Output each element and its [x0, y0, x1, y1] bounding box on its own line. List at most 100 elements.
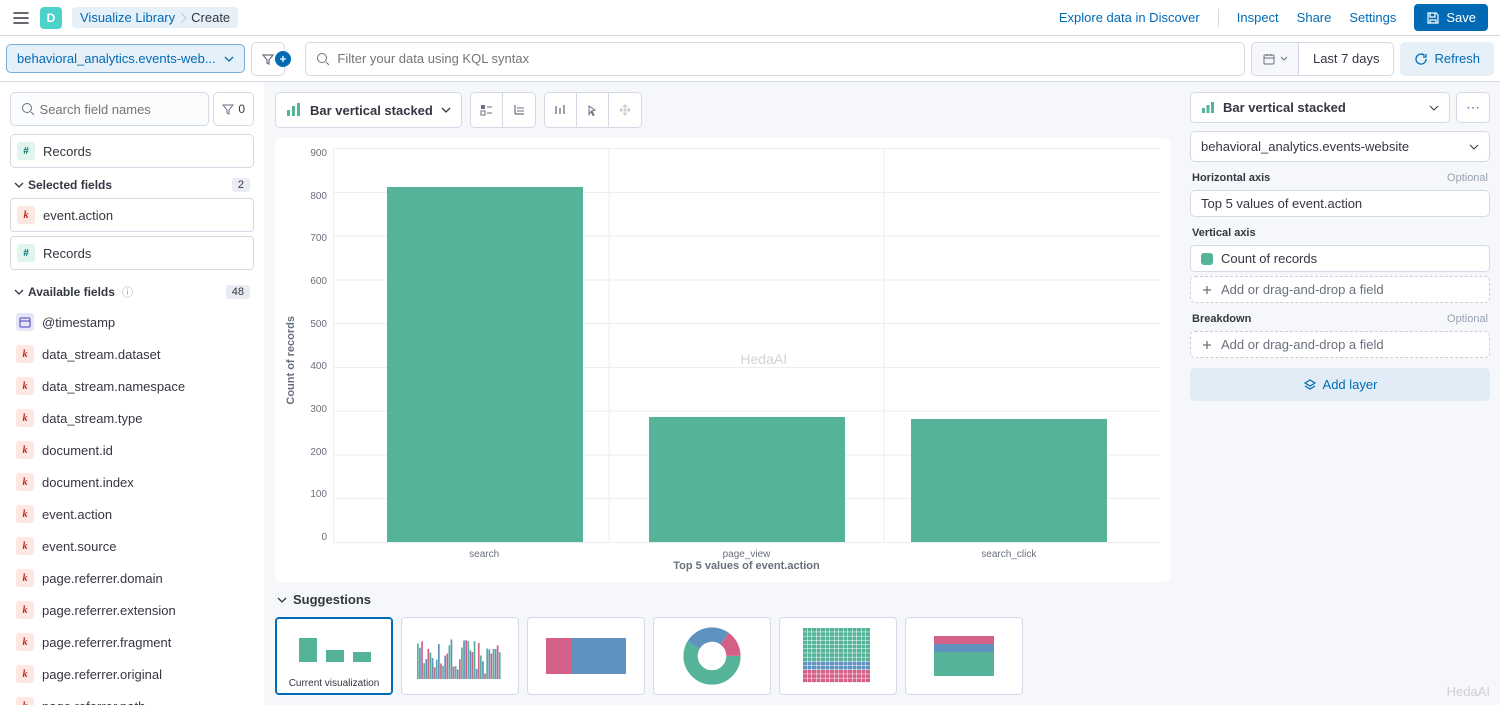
breadcrumb-library[interactable]: Visualize Library [80, 10, 175, 25]
config-panel: Bar vertical stacked ⋯ behavioral_analyt… [1180, 82, 1500, 705]
legend-toggle-button[interactable] [471, 93, 503, 127]
suggestion-stacked-horizontal[interactable] [527, 617, 645, 695]
field-item[interactable]: kdocument.index [10, 466, 254, 498]
v-axis-add-field[interactable]: Add or drag-and-drop a field [1190, 276, 1490, 303]
date-type-icon [16, 313, 34, 331]
v-axis-dimension[interactable]: Count of records [1190, 245, 1490, 272]
add-layer-button[interactable]: Add layer [1190, 368, 1490, 401]
x-axis-ticks: searchpage_viewsearch_click [333, 547, 1160, 560]
share-link[interactable]: Share [1297, 10, 1332, 25]
field-item[interactable]: @timestamp [10, 306, 254, 338]
kw-type-icon: k [16, 633, 34, 651]
kw-type-icon: k [16, 505, 34, 523]
chevron-down-icon [441, 105, 451, 115]
suggestion-heatmap[interactable] [779, 617, 897, 695]
chart-panel: HedaAI Count of records 0100200300400500… [275, 138, 1170, 582]
axes-settings-button[interactable] [503, 93, 535, 127]
chevron-right-icon [179, 11, 187, 25]
bar[interactable] [387, 187, 584, 542]
h-axis-dimension[interactable]: Top 5 values of event.action [1190, 190, 1490, 217]
inspect-link[interactable]: Inspect [1237, 10, 1279, 25]
breakdown-add-field[interactable]: Add or drag-and-drop a field [1190, 331, 1490, 358]
kw-type-icon: k [16, 537, 34, 555]
info-icon: ⓘ [122, 284, 133, 300]
y-axis-label: Count of records [285, 316, 297, 405]
data-view-selector[interactable]: behavioral_analytics.events-web... [6, 44, 245, 73]
chart-grid [333, 148, 1160, 543]
search-icon [316, 52, 330, 66]
layers-icon [1303, 378, 1317, 392]
kql-input[interactable] [337, 51, 1234, 66]
save-button[interactable]: Save [1414, 4, 1488, 31]
plus-icon [1201, 339, 1213, 351]
page-watermark: HedaAI [1447, 684, 1490, 699]
explore-discover-link[interactable]: Explore data in Discover [1059, 10, 1200, 25]
suggestions-toggle[interactable]: Suggestions [275, 582, 1170, 617]
chevron-down-icon [277, 595, 287, 605]
hamburger-icon [12, 9, 30, 27]
bar[interactable] [911, 419, 1108, 542]
time-picker[interactable]: Last 7 days [1251, 42, 1395, 76]
num-type-icon: # [17, 244, 35, 262]
field-item[interactable]: #Records [10, 236, 254, 270]
kw-type-icon: k [16, 409, 34, 427]
field-item[interactable]: kpage.referrer.path [10, 690, 254, 705]
layer-data-view-selector[interactable]: behavioral_analytics.events-website [1190, 131, 1490, 162]
bar[interactable] [649, 417, 846, 542]
brush-icon [553, 103, 567, 117]
nav-menu-button[interactable] [12, 9, 30, 27]
layer-more-button[interactable]: ⋯ [1456, 92, 1490, 123]
field-item[interactable]: kdocument.id [10, 434, 254, 466]
field-item[interactable]: kpage.referrer.extension [10, 594, 254, 626]
field-search-input[interactable] [40, 102, 199, 117]
brush-tool-button[interactable] [545, 93, 577, 127]
layer-viz-type-selector[interactable]: Bar vertical stacked [1190, 92, 1450, 123]
field-item[interactable]: kevent.source [10, 530, 254, 562]
fields-sidebar: 0 # Records Selected fields 2 kevent.act… [0, 82, 265, 705]
calendar-icon [1262, 52, 1276, 66]
calendar-button[interactable] [1252, 43, 1299, 75]
cursor-tool-button[interactable] [577, 93, 609, 127]
selected-count-badge: 2 [232, 178, 250, 192]
records-field[interactable]: # Records [10, 134, 254, 168]
kw-type-icon: k [16, 569, 34, 587]
available-count-badge: 48 [226, 285, 250, 299]
suggestion-histogram[interactable] [401, 617, 519, 695]
settings-link[interactable]: Settings [1349, 10, 1396, 25]
filter-icon [222, 103, 234, 115]
kw-type-icon: k [16, 697, 34, 705]
kw-type-icon: k [16, 665, 34, 683]
chart-type-selector[interactable]: Bar vertical stacked [275, 92, 462, 128]
search-icon [21, 102, 34, 116]
suggestion-current[interactable]: Current visualization [275, 617, 393, 695]
available-fields-toggle[interactable]: Available fields ⓘ 48 [10, 274, 254, 306]
breadcrumb: Visualize Library Create [72, 7, 238, 28]
kql-search-wrap [305, 42, 1245, 76]
chevron-down-icon [1280, 55, 1288, 63]
space-avatar[interactable]: D [40, 7, 62, 29]
field-filter-button[interactable]: 0 [213, 92, 254, 126]
time-range-display[interactable]: Last 7 days [1299, 51, 1394, 66]
field-item[interactable]: kevent.action [10, 498, 254, 530]
field-item[interactable]: kdata_stream.dataset [10, 338, 254, 370]
field-item[interactable]: kpage.referrer.original [10, 658, 254, 690]
number-type-icon: # [17, 142, 35, 160]
plus-icon [279, 55, 287, 63]
chevron-down-icon [1429, 103, 1439, 113]
field-item[interactable]: kpage.referrer.domain [10, 562, 254, 594]
kw-type-icon: k [17, 206, 35, 224]
suggestion-stacked-bar[interactable] [905, 617, 1023, 695]
field-item[interactable]: kpage.referrer.fragment [10, 626, 254, 658]
chevron-down-icon [1469, 142, 1479, 152]
suggestion-donut[interactable] [653, 617, 771, 695]
field-item[interactable]: kevent.action [10, 198, 254, 232]
selected-fields-toggle[interactable]: Selected fields 2 [10, 168, 254, 198]
field-item[interactable]: kdata_stream.namespace [10, 370, 254, 402]
chevron-down-icon [14, 180, 24, 190]
drag-tool-button [609, 93, 641, 127]
bar-chart-icon [1201, 101, 1215, 115]
add-filter-button[interactable] [275, 51, 291, 67]
field-item[interactable]: kdata_stream.type [10, 402, 254, 434]
bar-chart-icon [286, 102, 302, 118]
refresh-button[interactable]: Refresh [1400, 42, 1494, 76]
